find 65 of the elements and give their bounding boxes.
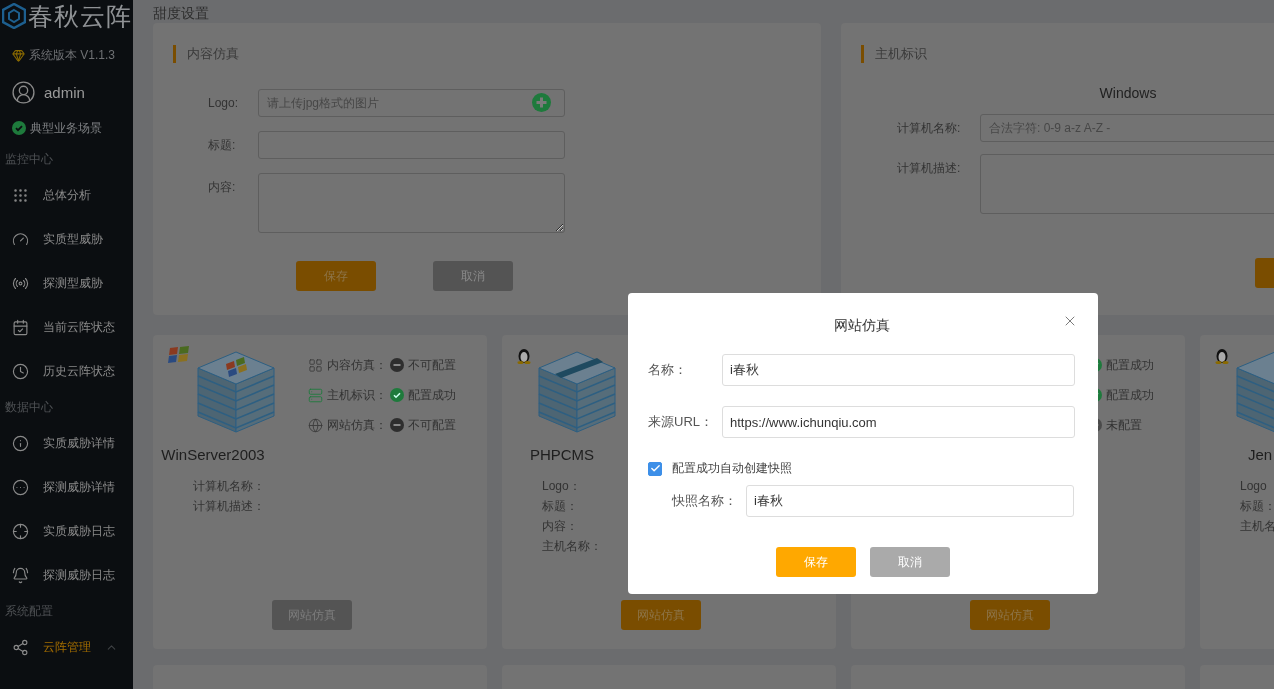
- status-label: 内容仿真：: [327, 356, 387, 374]
- nav-item[interactable]: 历史云阵状态: [0, 349, 133, 393]
- nav-item[interactable]: 探测威胁日志: [0, 553, 133, 597]
- diamond-icon: [12, 48, 25, 62]
- page-title: 甜度设置: [153, 4, 210, 23]
- hexagon-logo-icon: [2, 3, 26, 29]
- field-label: 快照名称：: [672, 492, 738, 510]
- section-heading: 数据中心: [4, 398, 54, 416]
- nav-icon: [12, 318, 29, 336]
- add-icon[interactable]: [532, 93, 551, 112]
- field-label: 计算机描述:: [896, 160, 962, 177]
- avatar-icon: [11, 79, 36, 105]
- field-label: 标题:: [207, 137, 237, 154]
- text-field[interactable]: i春秋: [722, 354, 1075, 386]
- field-label: 来源URL：: [648, 413, 714, 431]
- text-area[interactable]: [258, 173, 565, 233]
- nav-item[interactable]: 探测威胁详情: [0, 465, 133, 509]
- penguin-icon: [1215, 346, 1229, 364]
- checkbox[interactable]: [648, 461, 662, 476]
- status-type-icon: [308, 357, 323, 373]
- nav-icon: [12, 566, 29, 584]
- status-label: 网站仿真：: [327, 416, 387, 434]
- detail-label: 计算机描述：: [193, 498, 265, 515]
- user-name: admin: [44, 83, 85, 101]
- nav-icon: [12, 230, 29, 248]
- host-name: Jen: [1247, 446, 1273, 463]
- nav-icon: [12, 478, 29, 496]
- penguin-icon: [517, 346, 531, 364]
- detail-label: Logo: [1240, 478, 1267, 495]
- nav-item[interactable]: 总体分析: [0, 173, 133, 217]
- host-name: PHPCMS: [529, 446, 595, 463]
- field-label: Logo:: [207, 95, 240, 112]
- version-text: 系统版本 V1.1.3: [29, 46, 116, 64]
- scenario-text: 典型业务场景: [30, 119, 102, 137]
- nav-icon: [12, 638, 29, 656]
- detail-label: 标题：: [1240, 498, 1274, 515]
- app-logo-text: 春秋云阵: [28, 0, 132, 32]
- flag-icon: [168, 346, 190, 364]
- host-name: WinServer2003: [161, 446, 265, 463]
- nav-item[interactable]: 实质威胁详情: [0, 421, 133, 465]
- text-field[interactable]: i春秋: [746, 485, 1074, 517]
- nav-icon: [12, 522, 29, 540]
- nav-item[interactable]: 云阵管理: [0, 625, 133, 669]
- nav-item[interactable]: 探测型威胁: [0, 261, 133, 305]
- nav-icon: [12, 434, 29, 452]
- field-label: 名称：: [648, 361, 688, 379]
- field-label: 内容:: [207, 179, 237, 196]
- nav-icon: [12, 186, 29, 204]
- text-field[interactable]: https://www.ichunqiu.com: [722, 406, 1075, 438]
- check-circle-icon: [12, 121, 26, 135]
- checkbox-label: 配置成功自动创建快照: [672, 460, 792, 477]
- section-heading: 监控中心: [4, 150, 54, 168]
- detail-label: 标题：: [542, 498, 578, 515]
- nav-icon: [12, 362, 29, 380]
- dialog-title: 网站仿真: [833, 317, 890, 333]
- status-type-icon: [308, 387, 323, 403]
- field-label: 计算机名称:: [896, 120, 962, 137]
- nav-item[interactable]: 当前云阵状态: [0, 305, 133, 349]
- detail-label: Logo：: [542, 478, 581, 495]
- status-type-icon: [308, 417, 323, 433]
- nav-item[interactable]: 实质型威胁: [0, 217, 133, 261]
- os-title: Windows: [1099, 85, 1157, 101]
- nav-item[interactable]: 实质威胁日志: [0, 509, 133, 553]
- detail-label: 计算机名称：: [193, 478, 265, 495]
- detail-label: 内容：: [542, 518, 578, 535]
